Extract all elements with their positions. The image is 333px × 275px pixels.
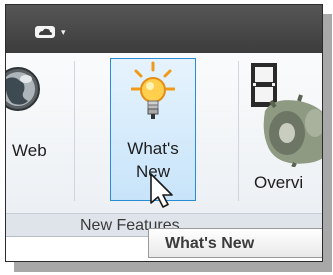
lightbulb-icon bbox=[130, 61, 176, 138]
arrow-cursor-icon bbox=[149, 173, 173, 214]
quick-access-toolbar: ▾ bbox=[6, 5, 322, 53]
ribbon-separator bbox=[74, 61, 75, 201]
overview-button[interactable]: Overvi bbox=[247, 59, 322, 201]
web-label: Web bbox=[12, 141, 47, 160]
tooltip-text: What's New bbox=[165, 235, 255, 252]
qat-dropdown-arrow-icon[interactable]: ▾ bbox=[61, 27, 66, 37]
film-gear-icon bbox=[251, 63, 322, 172]
whats-new-label-line1: What's bbox=[127, 139, 179, 158]
ribbon-separator bbox=[238, 61, 239, 201]
application-window: ▾ Web What's New Overvi New Features Wha… bbox=[5, 4, 323, 262]
tooltip: What's New bbox=[148, 228, 322, 258]
cloud-icon[interactable] bbox=[34, 25, 56, 39]
globe-icon bbox=[6, 63, 44, 120]
overview-label: Overvi bbox=[254, 173, 304, 192]
web-button[interactable]: Web bbox=[6, 59, 68, 201]
